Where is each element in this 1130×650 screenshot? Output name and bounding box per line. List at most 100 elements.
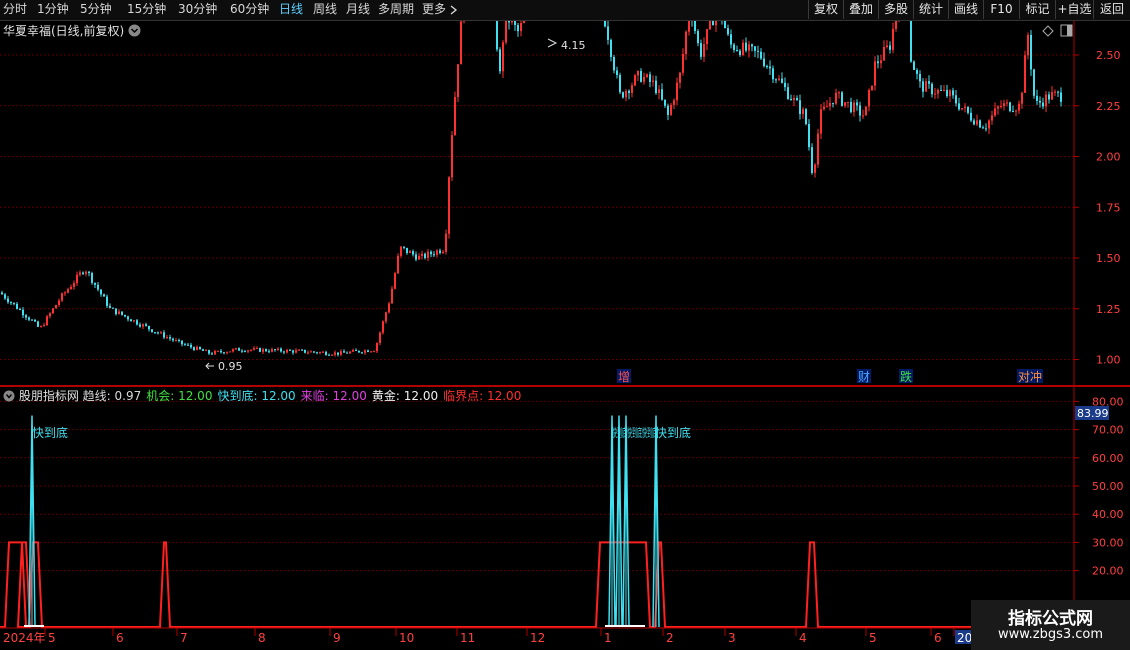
toolbar-button-4[interactable]: 画线	[948, 0, 983, 19]
candle-body	[61, 293, 63, 301]
period-tab-2[interactable]: 5分钟	[80, 0, 112, 20]
indicator-param: 临界点: 12.00	[443, 389, 522, 403]
candle-body	[322, 351, 324, 353]
toolbar-button-6[interactable]: 标记	[1019, 0, 1055, 19]
period-tab-1[interactable]: 1分钟	[37, 0, 69, 20]
candle-body	[703, 44, 705, 57]
candle-body	[619, 75, 621, 93]
toolbar-button-5[interactable]: F10	[983, 0, 1019, 19]
indicator-panel[interactable]: 90.0080.0070.0060.0050.0040.0030.0020.00…	[0, 386, 1130, 650]
candle-body	[247, 350, 249, 352]
candle-body	[709, 21, 711, 30]
y-tick-label: 1.00	[1096, 354, 1121, 367]
candle-body	[508, 21, 510, 23]
candle-body	[868, 89, 870, 107]
candle-body	[1018, 103, 1020, 111]
candle-body	[19, 308, 21, 310]
candle-body	[1021, 92, 1023, 104]
candle-body	[169, 337, 171, 339]
period-tab-7[interactable]: 周线	[313, 0, 337, 20]
candle-body	[970, 112, 972, 121]
candle-body	[148, 325, 150, 330]
chevron-right-icon[interactable]	[450, 5, 458, 15]
candle-body	[511, 21, 513, 23]
toolbar-button-1[interactable]: 叠加	[843, 0, 878, 19]
candle-body	[391, 288, 393, 304]
signal-label: 快到底	[32, 425, 68, 440]
candle-body	[640, 70, 642, 82]
indicator-menu-icon[interactable]	[3, 390, 15, 402]
candle-body	[505, 21, 507, 43]
candle-body	[313, 351, 315, 353]
candle-body	[4, 294, 6, 299]
candle-body	[808, 124, 810, 148]
candle-body	[1027, 34, 1029, 56]
period-tab-3[interactable]: 15分钟	[127, 0, 166, 20]
toolbar-button-2[interactable]: 多股	[878, 0, 913, 19]
candle-body	[715, 21, 717, 26]
candle-body	[655, 80, 657, 94]
candle-body	[931, 83, 933, 95]
period-tab-6[interactable]: 日线	[279, 0, 303, 20]
candle-body	[103, 294, 105, 297]
candle-body	[814, 164, 816, 173]
candle-body	[133, 320, 135, 322]
period-tab-10[interactable]: 更多	[422, 0, 446, 20]
signal-label-overlap: 快到底快到底快到底	[612, 425, 657, 440]
candle-body	[661, 89, 663, 100]
candle-body	[337, 352, 339, 355]
candle-body	[805, 109, 807, 125]
candle-body	[607, 26, 609, 40]
candle-body	[925, 81, 927, 92]
candle-body	[241, 350, 243, 352]
candle-body	[874, 61, 876, 86]
candle-body	[946, 90, 948, 97]
period-tab-4[interactable]: 30分钟	[178, 0, 217, 20]
indicator-param: 趋线: 0.97	[82, 389, 142, 403]
candles	[1, 21, 1062, 357]
candle-body	[829, 102, 831, 107]
period-tab-0[interactable]: 分时	[3, 0, 27, 20]
candle-body	[319, 352, 321, 354]
candle-body	[427, 251, 429, 259]
candle-body	[673, 100, 675, 105]
period-tab-8[interactable]: 月线	[346, 0, 370, 20]
candle-body	[376, 342, 378, 352]
candle-body	[307, 352, 309, 354]
low-label: 0.95	[218, 360, 243, 373]
candle-body	[412, 251, 414, 255]
candle-body	[745, 42, 747, 51]
period-tab-9[interactable]: 多周期	[378, 0, 414, 20]
candle-body	[877, 61, 879, 64]
candle-body	[151, 329, 153, 333]
candle-body	[181, 340, 183, 345]
candle-body	[400, 246, 402, 256]
main-price-chart[interactable]: 华夏幸福(日线,前复权) 4.003.753.503.253.002.752.5…	[0, 21, 1130, 386]
candle-body	[109, 305, 111, 308]
candle-body	[895, 21, 897, 29]
candle-body	[523, 21, 525, 24]
candle-body	[334, 352, 336, 355]
candle-body	[496, 21, 498, 50]
candle-body	[622, 92, 624, 98]
indicator-plot: 90.0080.0070.0060.0050.0040.0030.0020.00…	[0, 386, 1130, 645]
high-arrow-icon	[547, 38, 558, 48]
indicator-param: 黄金: 12.00	[371, 389, 439, 403]
candle-body	[238, 348, 240, 351]
candle-body	[397, 255, 399, 274]
candle-body	[394, 273, 396, 289]
period-tab-5[interactable]: 60分钟	[230, 0, 269, 20]
candle-body	[373, 351, 375, 353]
candle-body	[286, 349, 288, 353]
candle-body	[835, 92, 837, 104]
candle-body	[514, 21, 516, 26]
toolbar-button-8[interactable]: 返回	[1093, 0, 1130, 19]
toolbar-button-3[interactable]: 统计	[913, 0, 948, 19]
candle-body	[1015, 110, 1017, 112]
candle-body	[268, 351, 270, 353]
toolbar-button-7[interactable]: +自选	[1055, 0, 1093, 19]
candle-body	[760, 51, 762, 59]
candle-body	[172, 338, 174, 341]
candle-body	[355, 349, 357, 351]
toolbar-button-0[interactable]: 复权	[808, 0, 843, 19]
